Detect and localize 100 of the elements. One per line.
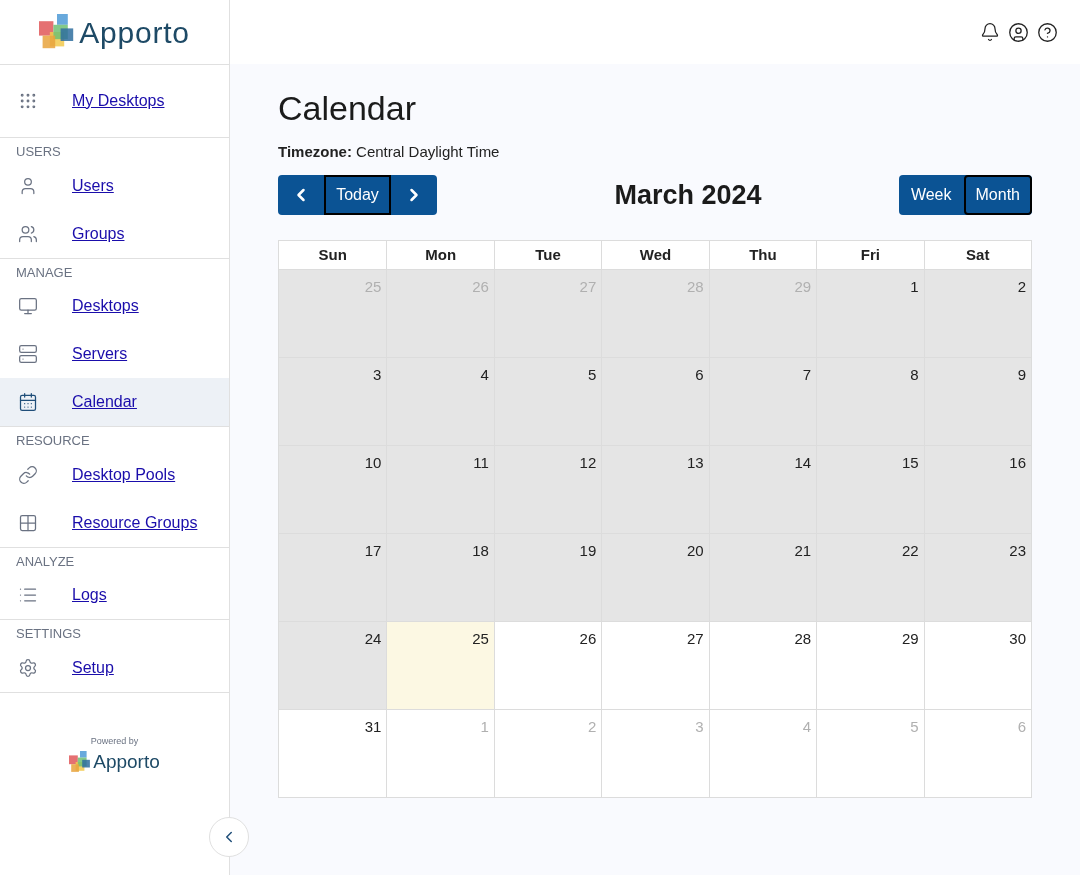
day-number: 10 (364, 454, 382, 471)
day-number: 26 (579, 630, 597, 647)
weekday-header: Wed (601, 241, 709, 269)
day-number: 3 (695, 718, 704, 735)
server-icon (18, 344, 38, 364)
day-cell[interactable]: 7 (708, 358, 817, 445)
section-heading: MANAGE (15, 263, 74, 282)
weekday-header: Mon (386, 241, 494, 269)
day-number: 14 (794, 454, 812, 471)
day-cell[interactable]: 22 (816, 534, 924, 621)
weekday-header: Fri (816, 241, 924, 269)
day-cell[interactable]: 4 (386, 358, 494, 445)
sidebar-link[interactable]: Groups (72, 221, 125, 246)
day-number: 8 (910, 366, 919, 383)
day-cell[interactable]: 14 (708, 446, 817, 533)
user-account-icon[interactable] (1008, 21, 1029, 43)
sidebar-link[interactable]: Calendar (72, 390, 137, 414)
day-number: 29 (901, 630, 919, 647)
day-number: 30 (1009, 630, 1026, 647)
day-number: 4 (802, 718, 812, 735)
section-heading: RESOURCE (15, 432, 91, 450)
day-cell[interactable]: 15 (816, 446, 924, 533)
day-cell[interactable]: 25 (386, 622, 494, 709)
weekday-header: Tue (493, 241, 602, 269)
day-number: 6 (695, 366, 704, 383)
sidebar-link[interactable]: Users (72, 173, 114, 198)
monitor-icon (18, 296, 38, 316)
day-number: 1 (480, 718, 489, 735)
sidebar-link[interactable]: My Desktops (72, 89, 165, 113)
day-cell[interactable]: 16 (923, 446, 1031, 533)
settings-icon (18, 657, 38, 678)
day-number: 25 (472, 630, 489, 647)
day-cell[interactable]: 19 (493, 534, 602, 621)
day-number: 5 (587, 366, 597, 383)
squares-icon (18, 512, 38, 533)
logo-icon (69, 751, 92, 774)
day-cell[interactable]: 8 (816, 358, 924, 445)
sidebar-link[interactable]: Setup (72, 655, 114, 680)
sidebar-link[interactable]: Desktops (72, 294, 139, 318)
today-button[interactable]: Today (324, 174, 391, 215)
sidebar-link[interactable]: Logs (72, 583, 107, 607)
day-number: 9 (1017, 366, 1026, 383)
page-title: Calendar (278, 88, 417, 128)
sidebar-link[interactable]: Desktop Pools (72, 462, 176, 487)
day-cell[interactable]: 2 (923, 270, 1031, 357)
day-cell[interactable]: 21 (708, 534, 817, 621)
day-number: 1 (910, 278, 919, 295)
day-number: 11 (473, 454, 489, 471)
day-cell[interactable]: 18 (386, 534, 494, 621)
timezone-text: Timezone: Central Daylight Time (278, 142, 501, 162)
day-number: 6 (1017, 718, 1026, 735)
day-cell[interactable]: 10 (279, 446, 387, 533)
notification-bell-icon[interactable] (980, 22, 1000, 42)
footer-brand-name: Apporto (93, 750, 160, 774)
brand-name: Apporto (79, 14, 190, 51)
day-cell[interactable]: 3 (279, 358, 387, 445)
day-number: 16 (1009, 454, 1026, 471)
day-number: 7 (802, 366, 812, 383)
powered-by-text: Powered by (90, 734, 139, 748)
logo-icon (39, 14, 76, 50)
day-number: 17 (364, 542, 382, 559)
section-heading: ANALYZE (15, 552, 76, 571)
section-heading: USERS (15, 143, 62, 161)
day-number: 22 (901, 542, 919, 559)
section-heading: SETTINGS (15, 625, 82, 643)
day-number: 3 (373, 366, 382, 383)
day-cell[interactable]: 11 (386, 446, 494, 533)
sidebar-link[interactable]: Resource Groups (72, 510, 198, 535)
day-number: 31 (364, 718, 382, 735)
day-number: 19 (579, 542, 597, 559)
weekday-header: Sat (923, 241, 1031, 269)
sidebar-item[interactable]: Calendar (0, 378, 229, 426)
day-number: 27 (687, 630, 704, 647)
day-cell[interactable]: 17 (279, 534, 387, 621)
day-cell[interactable]: 9 (923, 358, 1031, 445)
day-number: 20 (687, 542, 704, 559)
dot-grid-icon (18, 91, 38, 111)
day-cell[interactable]: 20 (601, 534, 709, 621)
day-number: 5 (910, 718, 919, 735)
view-tab[interactable]: Month (963, 174, 1032, 215)
day-cell[interactable]: 6 (601, 358, 709, 445)
day-number: 28 (794, 630, 812, 647)
weekday-header: Thu (708, 241, 817, 269)
day-number: 24 (364, 630, 382, 647)
day-cell[interactable]: 1 (816, 270, 924, 357)
help-icon[interactable] (1037, 21, 1058, 43)
sidebar-link[interactable]: Servers (72, 342, 128, 366)
day-number: 13 (687, 454, 704, 471)
day-number: 12 (579, 454, 597, 471)
day-number: 23 (1009, 542, 1026, 559)
day-cell[interactable]: 5 (493, 358, 602, 445)
calendar-icon (18, 392, 38, 412)
day-cell[interactable]: 24 (279, 622, 387, 709)
weekday-header: Sun (317, 244, 348, 265)
day-cell[interactable]: 23 (923, 534, 1031, 621)
view-tab[interactable]: Week (898, 174, 964, 215)
link-icon (18, 464, 38, 485)
day-cell[interactable]: 12 (493, 446, 602, 533)
day-number: 4 (480, 366, 489, 383)
day-cell[interactable]: 13 (601, 446, 709, 533)
